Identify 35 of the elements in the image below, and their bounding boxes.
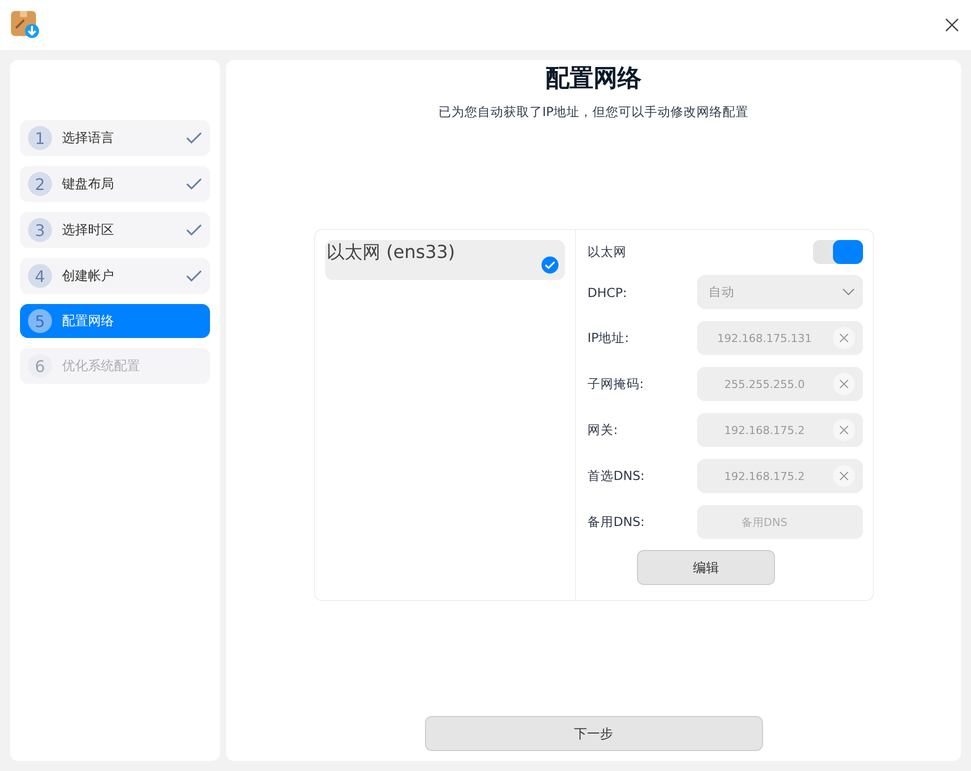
field-label: 网关: bbox=[588, 422, 618, 438]
step-number: 6 bbox=[28, 354, 52, 378]
step-label: 选择语言 bbox=[62, 130, 115, 147]
step-number: 1 bbox=[28, 126, 52, 150]
step-label: 创建帐户 bbox=[62, 268, 115, 285]
page-subtitle: 已为您自动获取了IP地址，但您可以手动修改网络配置 bbox=[438, 104, 749, 121]
field-label: 首选DNS: bbox=[588, 468, 645, 484]
check-icon bbox=[540, 256, 558, 274]
edit-button[interactable]: 编辑 bbox=[637, 550, 775, 585]
step-number: 5 bbox=[28, 309, 52, 333]
field-label: IP地址: bbox=[588, 330, 629, 346]
step-item[interactable]: 3 选择时区 bbox=[20, 212, 210, 248]
connection-item[interactable]: 以太网 (ens33) bbox=[324, 240, 564, 280]
close-icon[interactable] bbox=[945, 18, 959, 32]
ethernet-toggle[interactable] bbox=[812, 240, 862, 264]
step-item[interactable]: 5 配置网络 bbox=[20, 304, 210, 338]
step-item[interactable]: 4 创建帐户 bbox=[20, 258, 210, 294]
app-logo-icon bbox=[10, 10, 40, 40]
step-label: 优化系统配置 bbox=[62, 358, 141, 375]
step-number: 2 bbox=[28, 172, 52, 196]
step-item[interactable]: 2 键盘布局 bbox=[20, 166, 210, 202]
step-number: 4 bbox=[28, 264, 52, 288]
page-title: 配置网络 bbox=[546, 63, 642, 94]
input-field[interactable]: 备用DNS bbox=[696, 505, 862, 539]
field-label: 子网掩码: bbox=[588, 376, 644, 392]
field-label: 备用DNS: bbox=[588, 514, 645, 530]
step-item[interactable]: 1 选择语言 bbox=[20, 120, 210, 156]
chevron-down-icon bbox=[842, 288, 854, 296]
step-label: 选择时区 bbox=[62, 222, 115, 239]
next-button[interactable]: 下一步 bbox=[424, 716, 762, 751]
step-label: 键盘布局 bbox=[62, 176, 115, 193]
step-label: 配置网络 bbox=[62, 313, 115, 330]
step-number: 3 bbox=[28, 218, 52, 242]
ethernet-label: 以太网 bbox=[588, 244, 626, 260]
field-label: DHCP: bbox=[588, 284, 628, 300]
